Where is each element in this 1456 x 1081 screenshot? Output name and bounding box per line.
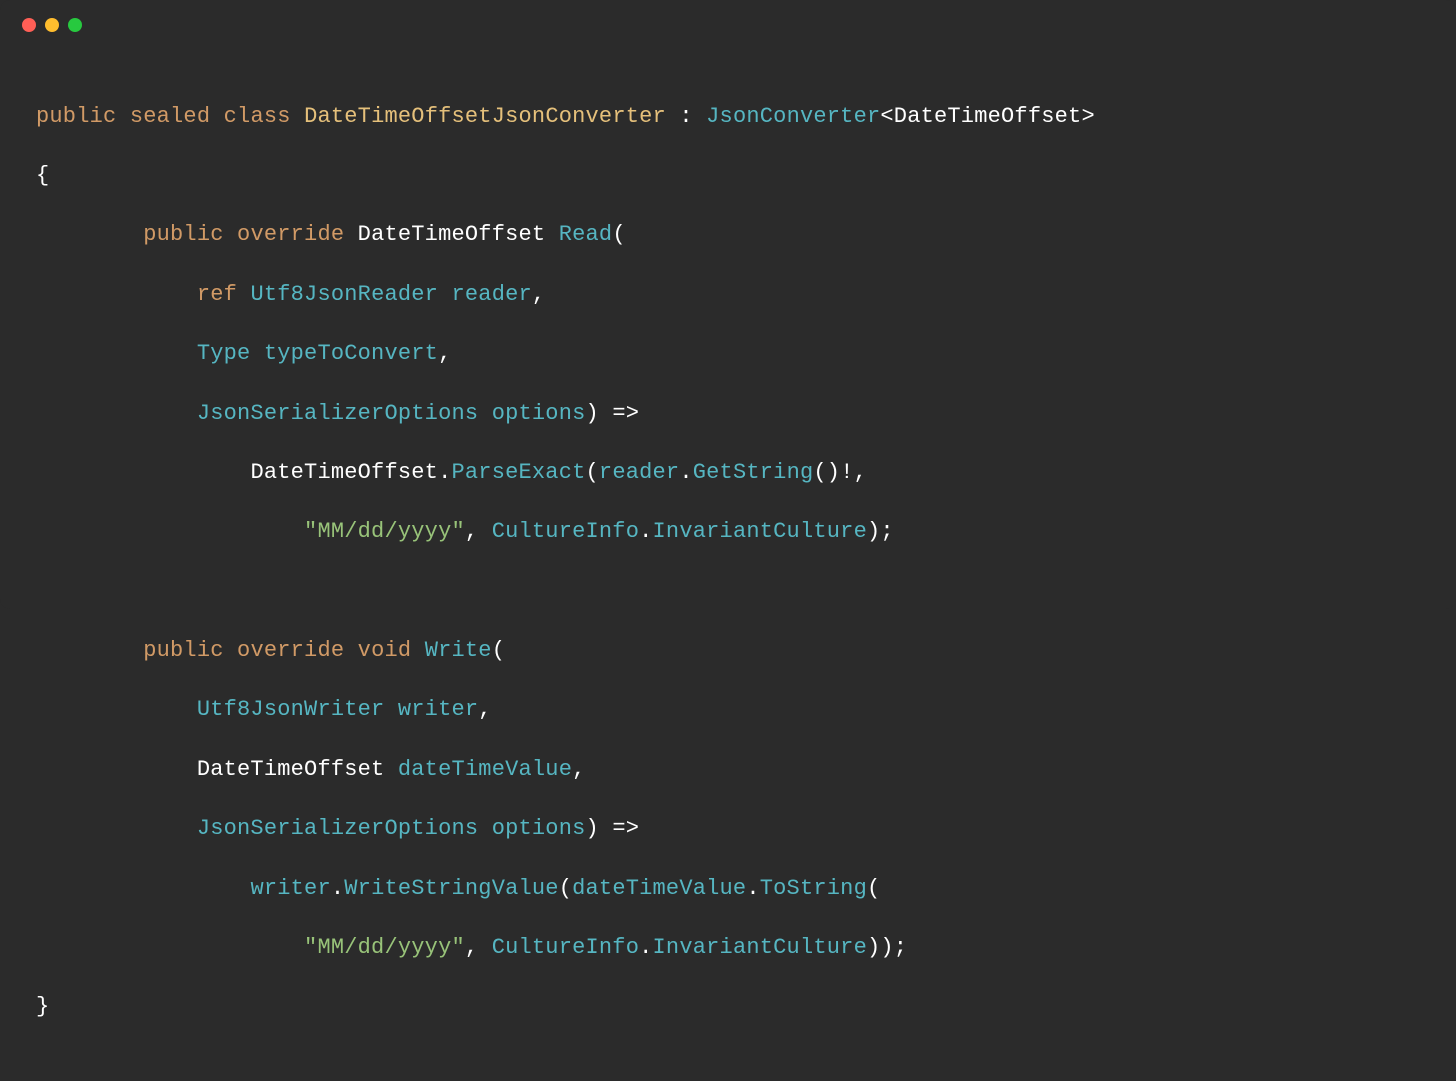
code-line: public override DateTimeOffset Read( bbox=[36, 220, 1420, 250]
rparen: ) bbox=[827, 460, 840, 485]
lparen: ( bbox=[586, 460, 599, 485]
traffic-lights bbox=[0, 18, 1456, 32]
dot: . bbox=[438, 460, 451, 485]
comma: , bbox=[478, 697, 491, 722]
colon: : bbox=[679, 104, 692, 129]
method-name: Read bbox=[559, 222, 613, 247]
code-line: public sealed class DateTimeOffsetJsonCo… bbox=[36, 102, 1420, 132]
keyword-public: public bbox=[143, 222, 223, 247]
code-line: Utf8JsonWriter writer, bbox=[36, 695, 1420, 725]
keyword-sealed: sealed bbox=[130, 104, 210, 129]
lbrace: { bbox=[36, 163, 49, 188]
minimize-icon[interactable] bbox=[45, 18, 59, 32]
dot: . bbox=[639, 519, 652, 544]
bang: ! bbox=[840, 460, 853, 485]
dot: . bbox=[331, 876, 344, 901]
keyword-override: override bbox=[237, 638, 344, 663]
comma: , bbox=[465, 519, 478, 544]
base-type: JsonConverter bbox=[706, 104, 880, 129]
param-type: JsonSerializerOptions bbox=[197, 401, 478, 426]
comma: , bbox=[854, 460, 867, 485]
param-type: JsonSerializerOptions bbox=[197, 816, 478, 841]
code-block: public sealed class DateTimeOffsetJsonCo… bbox=[0, 72, 1456, 1081]
comma: , bbox=[465, 935, 478, 960]
semi: ; bbox=[894, 935, 907, 960]
code-line: } bbox=[36, 992, 1420, 1022]
comma: , bbox=[572, 757, 585, 782]
code-line: DateTimeOffset.ParseExact(reader.GetStri… bbox=[36, 458, 1420, 488]
param-type: Utf8JsonWriter bbox=[197, 697, 385, 722]
code-line: public override void Write( bbox=[36, 636, 1420, 666]
lparen: ( bbox=[813, 460, 826, 485]
rparen: ) bbox=[586, 401, 599, 426]
code-line: ref Utf8JsonReader reader, bbox=[36, 280, 1420, 310]
rparen: ) bbox=[867, 519, 880, 544]
type-ref: CultureInfo bbox=[492, 935, 639, 960]
method-call: WriteStringValue bbox=[344, 876, 558, 901]
keyword-public: public bbox=[36, 104, 116, 129]
keyword-ref: ref bbox=[197, 282, 237, 307]
param-type: DateTimeOffset bbox=[197, 757, 385, 782]
maximize-icon[interactable] bbox=[68, 18, 82, 32]
keyword-class: class bbox=[224, 104, 291, 129]
param-name: options bbox=[492, 816, 586, 841]
method-call: ParseExact bbox=[451, 460, 585, 485]
type-ref: DateTimeOffset bbox=[250, 460, 438, 485]
dot: . bbox=[679, 460, 692, 485]
arrow: => bbox=[612, 816, 639, 841]
param-type: Type bbox=[197, 341, 251, 366]
keyword-public: public bbox=[143, 638, 223, 663]
string-literal: "MM/dd/yyyy" bbox=[304, 935, 465, 960]
param-type: Utf8JsonReader bbox=[250, 282, 438, 307]
property: InvariantCulture bbox=[653, 935, 867, 960]
param-name: reader bbox=[452, 282, 532, 307]
obj-ref: writer bbox=[250, 876, 330, 901]
comma: , bbox=[532, 282, 545, 307]
code-line: JsonSerializerOptions options) => bbox=[36, 814, 1420, 844]
rparen: ) bbox=[586, 816, 599, 841]
code-line bbox=[36, 577, 1420, 607]
lparen: ( bbox=[559, 876, 572, 901]
lparen: ( bbox=[612, 222, 625, 247]
return-type: DateTimeOffset bbox=[358, 222, 546, 247]
param-name: dateTimeValue bbox=[398, 757, 572, 782]
dot: . bbox=[746, 876, 759, 901]
keyword-void: void bbox=[358, 638, 412, 663]
class-name: DateTimeOffsetJsonConverter bbox=[304, 104, 666, 129]
code-line: Type typeToConvert, bbox=[36, 339, 1420, 369]
code-line: { bbox=[36, 161, 1420, 191]
method-call: ToString bbox=[760, 876, 867, 901]
keyword-override: override bbox=[237, 222, 344, 247]
rbrace: } bbox=[36, 994, 49, 1019]
code-window: public sealed class DateTimeOffsetJsonCo… bbox=[0, 0, 1456, 609]
generic-arg: DateTimeOffset bbox=[894, 104, 1082, 129]
param-name: options bbox=[492, 401, 586, 426]
rparen: ) bbox=[880, 935, 893, 960]
code-line: JsonSerializerOptions options) => bbox=[36, 399, 1420, 429]
arrow: => bbox=[612, 401, 639, 426]
code-line: DateTimeOffset dateTimeValue, bbox=[36, 755, 1420, 785]
param-name: typeToConvert bbox=[264, 341, 438, 366]
code-line: "MM/dd/yyyy", CultureInfo.InvariantCultu… bbox=[36, 517, 1420, 547]
code-line: "MM/dd/yyyy", CultureInfo.InvariantCultu… bbox=[36, 933, 1420, 963]
lt: < bbox=[880, 104, 893, 129]
method-name: Write bbox=[425, 638, 492, 663]
dot: . bbox=[639, 935, 652, 960]
type-ref: CultureInfo bbox=[492, 519, 639, 544]
gt: > bbox=[1081, 104, 1094, 129]
method-call: GetString bbox=[693, 460, 814, 485]
arg: reader bbox=[599, 460, 679, 485]
string-literal: "MM/dd/yyyy" bbox=[304, 519, 465, 544]
semi: ; bbox=[880, 519, 893, 544]
close-icon[interactable] bbox=[22, 18, 36, 32]
code-line: writer.WriteStringValue(dateTimeValue.To… bbox=[36, 874, 1420, 904]
comma: , bbox=[438, 341, 451, 366]
lparen: ( bbox=[492, 638, 505, 663]
property: InvariantCulture bbox=[653, 519, 867, 544]
rparen: ) bbox=[867, 935, 880, 960]
arg: dateTimeValue bbox=[572, 876, 746, 901]
param-name: writer bbox=[398, 697, 478, 722]
lparen: ( bbox=[867, 876, 880, 901]
